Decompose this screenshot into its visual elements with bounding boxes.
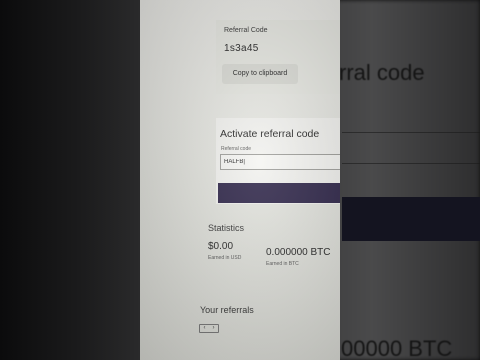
blurred-heading: rral code	[339, 60, 425, 85]
referral-code-field-label: Referral code	[221, 146, 252, 152]
referral-code-input[interactable]	[220, 154, 340, 170]
earned-btc-value: 0.000000 BTC	[266, 247, 331, 258]
referral-screen: Referral Code 1s3a45 Copy to clipboard A…	[140, 0, 340, 360]
activate-button[interactable]	[218, 183, 340, 203]
referral-code-label: Referral Code	[224, 27, 268, 34]
blurred-divider	[342, 163, 480, 164]
activate-referral-title: Activate referral code	[220, 128, 320, 140]
pager-next-icon[interactable]: ›	[213, 325, 215, 332]
earned-usd-label: Earned in USD	[208, 255, 242, 261]
blurred-value: 00000 BTC	[341, 336, 453, 360]
your-referrals-title: Your referrals	[200, 305, 254, 315]
copy-to-clipboard-button[interactable]: Copy to clipboard	[222, 64, 298, 84]
pager-prev-icon[interactable]: ‹	[204, 325, 206, 332]
blurred-button	[342, 197, 480, 241]
referral-code-value: 1s3a45	[224, 43, 259, 54]
blurred-divider	[342, 132, 480, 133]
earned-btc-label: Earned in BTC	[266, 261, 299, 267]
statistics-title: Statistics	[208, 223, 245, 233]
left-dark-margin	[0, 0, 140, 360]
referrals-pager: ‹ ›	[199, 324, 219, 333]
earned-usd-value: $0.00	[208, 241, 234, 252]
